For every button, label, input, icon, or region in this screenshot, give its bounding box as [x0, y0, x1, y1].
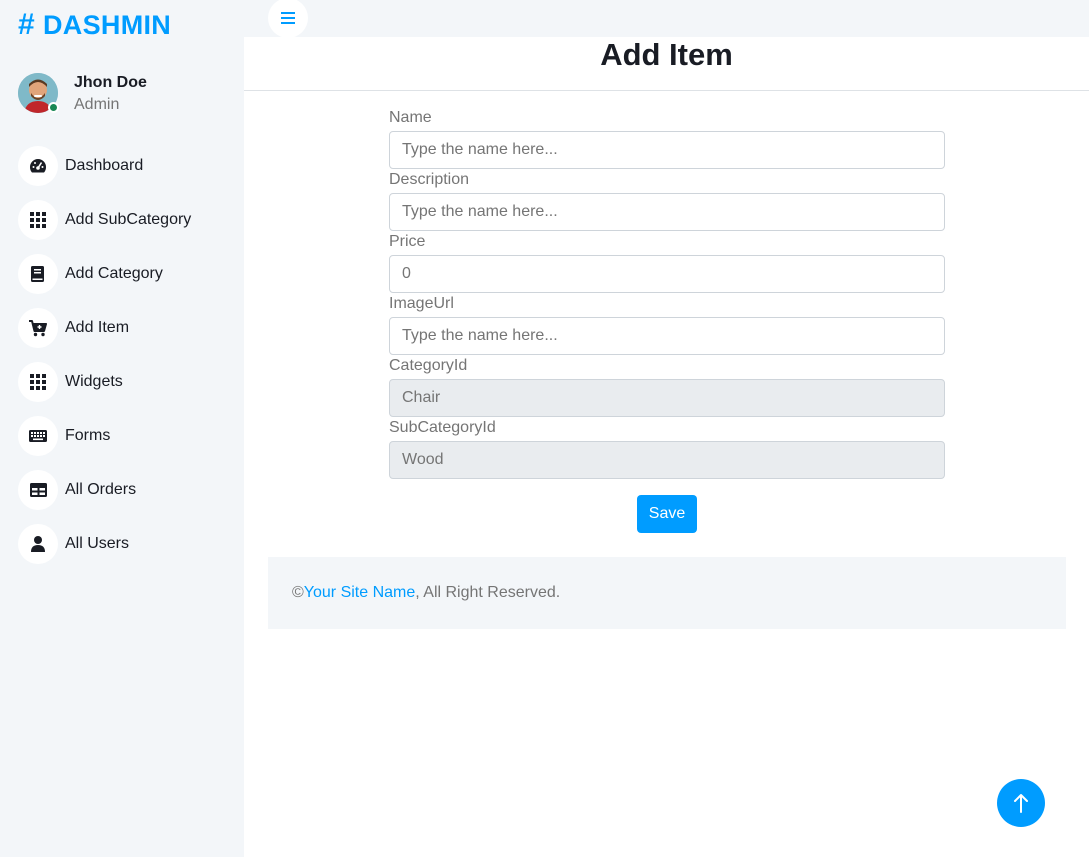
- sidebar-item-label: Widgets: [65, 373, 123, 390]
- user-role: Admin: [74, 96, 120, 113]
- sidebar-item-label: All Users: [65, 535, 130, 552]
- brand-logo[interactable]: # DASHMIN: [18, 8, 171, 42]
- avatar: [18, 73, 59, 113]
- hash-icon: #: [18, 8, 35, 41]
- sidebar-item-all-orders[interactable]: All Orders: [18, 470, 191, 510]
- name-input[interactable]: [389, 131, 945, 169]
- sidebar-item-add-category[interactable]: Add Category: [18, 254, 191, 294]
- image-url-input[interactable]: [389, 317, 945, 355]
- keyboard-icon: [18, 416, 58, 456]
- footer: © Your Site Name, All Right Reserved.: [268, 557, 1066, 629]
- subcategory-id-label: SubCategoryId: [389, 419, 496, 436]
- add-item-form: Name Description Price ImageUrl Category…: [389, 108, 945, 480]
- book-icon: [18, 254, 58, 294]
- save-button[interactable]: Save: [637, 495, 697, 533]
- description-label: Description: [389, 171, 470, 188]
- tachometer-icon: [18, 146, 58, 186]
- sidebar-item-forms[interactable]: Forms: [18, 416, 191, 456]
- sidebar-item-label: All Orders: [65, 481, 137, 498]
- user-profile: Jhon Doe Admin: [18, 72, 147, 114]
- footer-site-link[interactable]: Your Site Name: [304, 584, 415, 602]
- sidebar-nav: Dashboard Add SubCategory Add Category A…: [18, 146, 191, 578]
- sidebar-item-dashboard[interactable]: Dashboard: [18, 146, 191, 186]
- footer-rights-text: , All Right Reserved.: [415, 584, 561, 601]
- page-header: Add Item: [244, 37, 1089, 91]
- name-label: Name: [389, 109, 432, 126]
- online-status-dot: [48, 102, 59, 113]
- subcategory-id-input: [389, 441, 945, 479]
- sidebar-item-label: Dashboard: [65, 157, 144, 174]
- grid-icon: [18, 200, 58, 240]
- menu-icon: [281, 12, 295, 24]
- cart-plus-icon: [18, 308, 58, 348]
- back-to-top-button[interactable]: [997, 779, 1045, 827]
- sidebar-toggle-button[interactable]: [268, 0, 308, 38]
- brand-name: DASHMIN: [43, 9, 172, 40]
- category-id-label: CategoryId: [389, 357, 468, 374]
- price-label: Price: [389, 233, 426, 250]
- sidebar-item-all-users[interactable]: All Users: [18, 524, 191, 564]
- grid-icon: [18, 362, 58, 402]
- sidebar-item-label: Add Category: [65, 265, 163, 282]
- description-input[interactable]: [389, 193, 945, 231]
- user-icon: [18, 524, 58, 564]
- image-url-label: ImageUrl: [389, 295, 454, 312]
- category-id-input: [389, 379, 945, 417]
- sidebar-item-add-item[interactable]: Add Item: [18, 308, 191, 348]
- top-navbar: [244, 0, 1089, 38]
- sidebar-item-add-subcategory[interactable]: Add SubCategory: [18, 200, 191, 240]
- price-input[interactable]: [389, 255, 945, 293]
- sidebar-item-label: Add Item: [65, 319, 130, 336]
- table-icon: [18, 470, 58, 510]
- sidebar: # DASHMIN Jhon Doe Admin Dashboard Add S…: [0, 0, 244, 857]
- sidebar-item-label: Add SubCategory: [65, 211, 192, 228]
- arrow-up-icon: [1014, 794, 1028, 813]
- page-title: Add Item: [600, 37, 733, 72]
- sidebar-item-label: Forms: [65, 427, 111, 444]
- footer-copyright-symbol: ©: [292, 584, 304, 601]
- user-name: Jhon Doe: [74, 74, 147, 91]
- sidebar-item-widgets[interactable]: Widgets: [18, 362, 191, 402]
